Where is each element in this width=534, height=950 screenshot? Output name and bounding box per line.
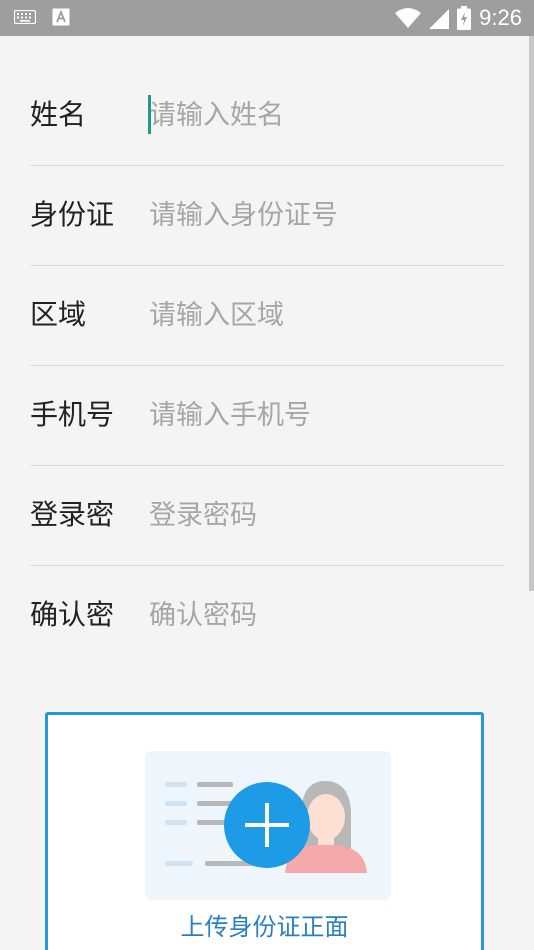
- a-notification-icon: [52, 8, 70, 26]
- password-label: 登录密: [30, 498, 115, 531]
- form-row-confirm-password: 确认密: [30, 566, 504, 665]
- form-row-region: 区域: [30, 266, 504, 366]
- password-input[interactable]: [149, 495, 499, 535]
- upload-id-front-label: 上传身份证正面: [180, 913, 349, 941]
- keyboard-icon: [14, 10, 36, 24]
- form-row-name: 姓名: [30, 66, 504, 166]
- region-label: 区域: [30, 298, 87, 331]
- id-number-input[interactable]: [149, 195, 499, 235]
- signal-icon: [429, 9, 450, 29]
- region-input[interactable]: [149, 295, 499, 335]
- id-card-icon: [165, 781, 367, 873]
- name-input[interactable]: [149, 95, 499, 135]
- register-screen: 9:26 姓名 身份证 区域 手机号 登录密 确认密: [0, 0, 534, 950]
- form-row-id-number: 身份证: [30, 166, 504, 266]
- status-left-icons: [14, 8, 70, 26]
- phone-input[interactable]: [149, 395, 499, 435]
- id-number-label: 身份证: [30, 198, 115, 231]
- status-bar: 9:26: [0, 0, 534, 36]
- confirm-password-input[interactable]: [149, 595, 499, 635]
- phone-label: 手机号: [30, 398, 115, 431]
- id-card-illustration: [145, 751, 391, 900]
- form-row-phone: 手机号: [30, 366, 504, 466]
- name-label: 姓名: [30, 98, 87, 131]
- scrollbar[interactable]: [529, 36, 534, 591]
- confirm-password-label: 确认密: [30, 598, 115, 631]
- battery-charging-icon: [457, 6, 472, 30]
- text-caret: [148, 95, 151, 134]
- status-right-icons: 9:26: [395, 5, 522, 31]
- status-time: 9:26: [479, 5, 522, 30]
- form-row-password: 登录密: [30, 466, 504, 566]
- wifi-icon: [395, 8, 422, 28]
- registration-form: 姓名 身份证 区域 手机号 登录密 确认密: [30, 66, 504, 665]
- upload-id-front-button[interactable]: 上传身份证正面: [45, 712, 484, 950]
